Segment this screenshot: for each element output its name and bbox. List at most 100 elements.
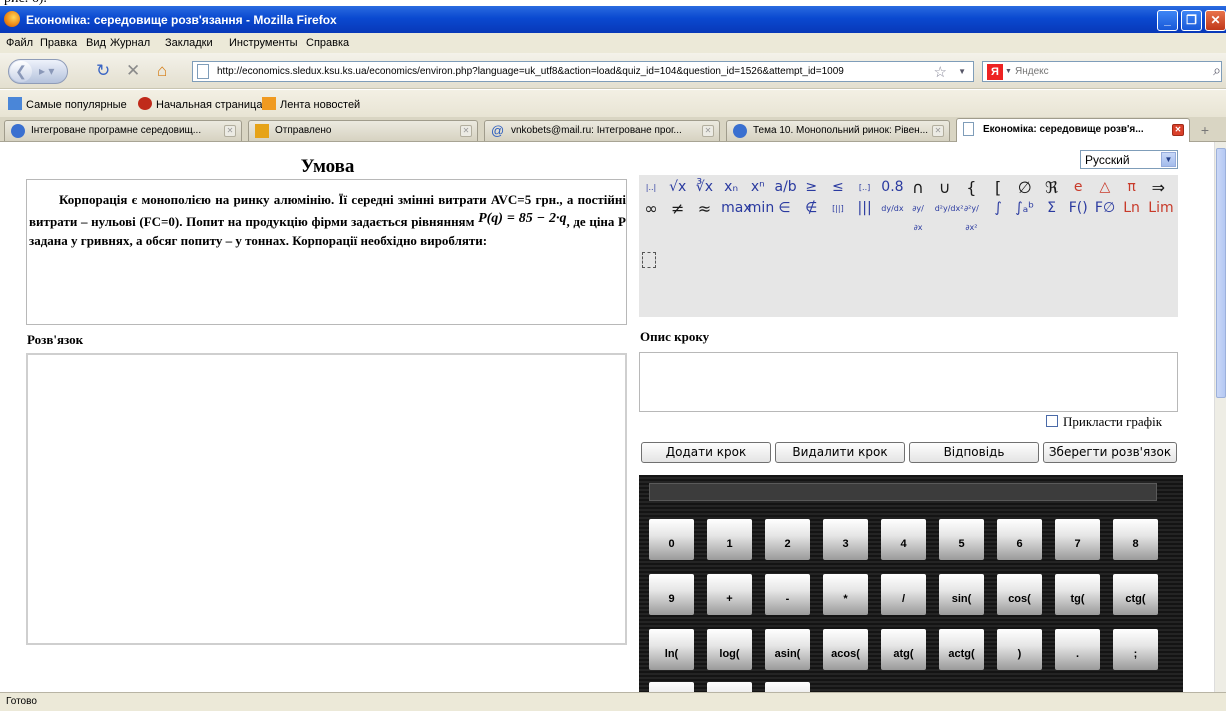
math-symbol-button[interactable]: xₙ bbox=[721, 178, 741, 197]
calc-key-partial[interactable] bbox=[765, 682, 810, 692]
tab-economics-active[interactable]: Економіка: середовище розв'я... ✕ bbox=[956, 118, 1190, 142]
delete-step-button[interactable]: Видалити крок bbox=[775, 442, 905, 463]
reload-icon[interactable]: ↻ bbox=[96, 62, 110, 79]
calc-key-partial[interactable] bbox=[707, 682, 752, 692]
close-tab-icon[interactable]: ✕ bbox=[1172, 124, 1184, 136]
math-symbol-button[interactable]: F() bbox=[1068, 199, 1088, 218]
search-bar[interactable]: Я ▼ ⌕ bbox=[982, 61, 1222, 82]
close-tab-icon[interactable]: ✕ bbox=[460, 125, 472, 137]
calc-key[interactable]: acos( bbox=[823, 629, 868, 670]
calc-key[interactable]: actg( bbox=[939, 629, 984, 670]
attach-graph-checkbox[interactable] bbox=[1046, 415, 1058, 427]
calc-key[interactable]: ; bbox=[1113, 629, 1158, 670]
calc-key[interactable]: 2 bbox=[765, 519, 810, 560]
calc-key-partial[interactable] bbox=[649, 682, 694, 692]
url-dropdown-icon[interactable]: ▼ bbox=[958, 67, 966, 76]
math-symbol-button[interactable]: min bbox=[748, 199, 774, 218]
menu-file[interactable]: Файл bbox=[6, 37, 33, 49]
math-symbol-button[interactable]: ≠ bbox=[668, 199, 688, 218]
add-step-button[interactable]: Додати крок bbox=[641, 442, 771, 463]
search-input[interactable] bbox=[1015, 64, 1195, 79]
calc-key[interactable]: * bbox=[823, 574, 868, 615]
math-symbol-button[interactable]: ||| bbox=[855, 199, 875, 218]
math-symbol-button[interactable]: ∫ bbox=[988, 199, 1008, 218]
bookmark-star-icon[interactable]: ☆ bbox=[934, 63, 947, 81]
language-select[interactable]: Русский ▼ bbox=[1080, 150, 1178, 169]
tab-topic-10[interactable]: Тема 10. Монопольний ринок: Рівен... ✕ bbox=[726, 120, 950, 141]
calc-key[interactable]: / bbox=[881, 574, 926, 615]
calc-key[interactable]: ctg( bbox=[1113, 574, 1158, 615]
menu-tools[interactable]: Инструменты bbox=[229, 37, 298, 49]
calc-key[interactable]: atg( bbox=[881, 629, 926, 670]
calc-key[interactable]: 8 bbox=[1113, 519, 1158, 560]
placeholder-box-icon[interactable] bbox=[642, 252, 656, 268]
calc-key[interactable]: ln( bbox=[649, 629, 694, 670]
math-symbol-button[interactable]: F∅ bbox=[1095, 199, 1115, 218]
math-symbol-button[interactable]: ∉ bbox=[801, 199, 821, 218]
calc-key[interactable]: 1 bbox=[707, 519, 752, 560]
math-symbol-button[interactable]: π bbox=[1122, 178, 1142, 197]
math-symbol-button[interactable]: ∂y/∂x bbox=[908, 199, 928, 232]
search-icon[interactable]: ⌕ bbox=[1213, 62, 1221, 79]
calc-key[interactable]: log( bbox=[707, 629, 752, 670]
math-symbol-button[interactable]: ∈ bbox=[775, 199, 795, 218]
calc-key[interactable]: 0 bbox=[649, 519, 694, 560]
menu-help[interactable]: Справка bbox=[306, 37, 349, 49]
calc-key[interactable]: 9 bbox=[649, 574, 694, 615]
math-symbol-button[interactable]: [..] bbox=[855, 178, 875, 197]
math-symbol-button[interactable]: √x bbox=[668, 178, 688, 197]
calc-key[interactable]: ) bbox=[997, 629, 1042, 670]
menu-view[interactable]: Вид bbox=[86, 37, 106, 49]
close-tab-icon[interactable]: ✕ bbox=[932, 125, 944, 137]
math-symbol-button[interactable]: ℜ bbox=[1042, 178, 1062, 197]
back-button[interactable]: ❮ bbox=[10, 61, 32, 82]
math-symbol-button[interactable]: { bbox=[961, 178, 981, 197]
close-tab-icon[interactable]: ✕ bbox=[702, 125, 714, 137]
math-symbol-button[interactable]: d²y/dx² bbox=[935, 199, 964, 218]
search-engine-dropdown-icon[interactable]: ▼ bbox=[1005, 68, 1012, 75]
calc-key[interactable]: . bbox=[1055, 629, 1100, 670]
forward-button[interactable]: ▸ ▾ bbox=[39, 64, 54, 78]
calc-key[interactable]: 3 bbox=[823, 519, 868, 560]
math-symbol-button[interactable]: [ bbox=[988, 178, 1008, 197]
math-symbol-button[interactable]: ⇒ bbox=[1148, 178, 1168, 197]
tab-mail[interactable]: @ vnkobets@mail.ru: Інтегроване прог... … bbox=[484, 120, 720, 141]
math-symbol-button[interactable]: △ bbox=[1095, 178, 1115, 197]
math-symbol-button[interactable]: Ln bbox=[1122, 199, 1142, 218]
step-description-field[interactable] bbox=[639, 352, 1178, 412]
math-symbol-button[interactable]: ∛x bbox=[694, 178, 714, 197]
calc-key[interactable]: tg( bbox=[1055, 574, 1100, 615]
home-icon[interactable]: ⌂ bbox=[157, 62, 167, 79]
menu-bookmarks[interactable]: Закладки bbox=[165, 37, 213, 49]
math-symbol-button[interactable]: ∞ bbox=[641, 199, 661, 218]
calc-key[interactable]: sin( bbox=[939, 574, 984, 615]
calc-key[interactable]: + bbox=[707, 574, 752, 615]
math-symbol-button[interactable]: ∅ bbox=[1015, 178, 1035, 197]
math-symbol-button[interactable]: a/b bbox=[775, 178, 797, 197]
calc-key[interactable]: asin( bbox=[765, 629, 810, 670]
bookmark-news-feed[interactable]: Лента новостей bbox=[262, 97, 360, 111]
math-symbol-button[interactable]: Lim bbox=[1148, 199, 1173, 218]
math-symbol-button[interactable]: ≈ bbox=[694, 199, 714, 218]
menu-edit[interactable]: Правка bbox=[40, 37, 77, 49]
math-symbol-button[interactable]: [||] bbox=[828, 199, 848, 218]
math-symbol-button[interactable]: ≥ bbox=[801, 178, 821, 197]
bookmark-start-page[interactable]: Начальная страница bbox=[138, 97, 262, 111]
math-symbol-button[interactable]: ≤ bbox=[828, 178, 848, 197]
answer-button[interactable]: Відповідь bbox=[909, 442, 1039, 463]
calc-key[interactable]: 7 bbox=[1055, 519, 1100, 560]
math-symbol-button[interactable]: e bbox=[1068, 178, 1088, 197]
math-symbol-button[interactable]: xⁿ bbox=[748, 178, 768, 197]
calc-key[interactable]: 5 bbox=[939, 519, 984, 560]
new-tab-button[interactable]: + bbox=[1196, 121, 1214, 139]
math-symbol-button[interactable]: ∪ bbox=[935, 178, 955, 197]
minimize-button[interactable]: _ bbox=[1157, 10, 1178, 31]
stop-icon[interactable]: ✕ bbox=[126, 62, 140, 79]
close-window-button[interactable]: ✕ bbox=[1205, 10, 1226, 31]
math-symbol-button[interactable]: ∩ bbox=[908, 178, 928, 197]
math-symbol-button[interactable]: max bbox=[721, 199, 752, 218]
tab-integrated-env[interactable]: Інтегроване програмне середовищ... ✕ bbox=[4, 120, 242, 141]
calc-key[interactable]: 6 bbox=[997, 519, 1042, 560]
calc-key[interactable]: 4 bbox=[881, 519, 926, 560]
math-symbol-button[interactable]: 0.8 bbox=[881, 178, 903, 197]
